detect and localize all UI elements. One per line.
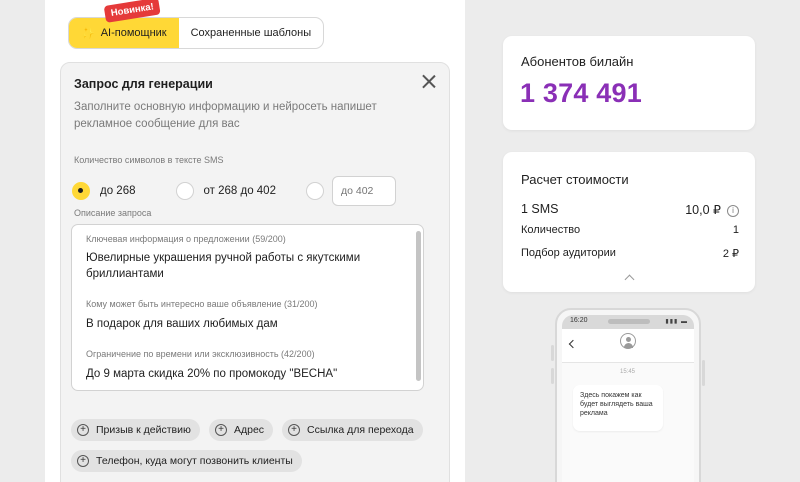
plus-icon: + [77,455,89,467]
cost-row-audience: Подбор аудитории 2 ₽ [521,247,739,260]
length-label-268[interactable]: до 268 [100,185,136,197]
chip-phone[interactable]: + Телефон, куда могут позвонить клиенты [71,450,302,472]
tab-ai-assistant[interactable]: ✨ AI-помощник [69,18,179,48]
tab-saved-label: Сохраненные шаблоны [190,27,312,39]
field-label-time-limit: Ограничение по времени или эксклюзивност… [86,349,315,359]
tab-saved-templates[interactable]: Сохраненные шаблоны [179,18,323,48]
cost-value: 1 [732,224,739,236]
plus-icon: + [288,424,300,436]
field-key-info[interactable]: Ювелирные украшения ручной работы с якут… [86,250,386,282]
cost-value: 2 ₽ [722,248,739,260]
phone-notch [608,319,650,324]
length-radio-268-402[interactable] [175,182,194,200]
phone-side-button [551,368,554,384]
sms-length-options: до 268 от 268 до 402 [72,176,396,206]
cost-label: 1 SMS [521,202,559,216]
field-time-limit[interactable]: До 9 марта скидка 20% по промокоду "ВЕСН… [86,366,386,382]
status-bar: 16:20 ▮▮▮ ▬ [562,315,694,329]
status-time: 16:20 [570,317,588,324]
cost-label: Количество [521,224,581,236]
chip-call-to-action[interactable]: + Призыв к действию [71,419,200,441]
plus-icon: + [77,424,89,436]
chip-label: Призыв к действию [96,424,191,436]
subscribers-card: Абонентов билайн 1 374 491 [503,36,755,130]
chip-label: Адрес [234,424,265,436]
cost-card: Расчет стоимости 1 SMS 10,0 ₽ i Количеств… [503,152,755,292]
signal-wifi-battery-icon: ▮▮▮ ▬ [665,319,688,325]
scrollbar[interactable] [416,231,421,381]
chip-address[interactable]: + Адрес [209,419,274,441]
cost-title: Расчет стоимости [521,172,629,187]
generation-panel: ✨ AI-помощник Сохраненные шаблоны Новинк… [45,0,465,482]
sms-length-label: Количество символов в тексте SMS [74,155,224,165]
info-icon[interactable]: i [727,204,739,217]
cost-value: 10,0 ₽ [685,203,721,217]
chip-label: Телефон, куда могут позвонить клиенты [96,455,293,467]
form-description: Заполните основную информацию и нейросет… [74,101,377,130]
request-form: Запрос для генерации Заполните основную … [60,62,450,482]
phone-side-button [702,360,705,386]
cost-label: Подбор аудитории [521,247,616,259]
chip-link[interactable]: + Ссылка для перехода [282,419,423,441]
chip-label: Ссылка для перехода [307,424,414,436]
cost-row-quantity: Количество 1 [521,224,739,236]
request-fields-box: Ключевая информация о предложении (59/20… [71,224,424,391]
cost-value-wrap: 10,0 ₽ i [685,202,739,217]
message-bubble: Здесь покажем как будет выглядеть ваша р… [573,385,663,431]
phone-side-button [551,345,554,361]
close-icon[interactable] [418,71,440,93]
field-label-audience: Кому может быть интересно ваше объявлени… [86,299,318,309]
length-radio-custom[interactable] [305,182,324,200]
phone-preview: 16:20 ▮▮▮ ▬ 15:45 Здесь покажем как буде… [555,308,701,482]
sparkle-icon: ✨ [81,27,95,40]
length-label-268-402[interactable]: от 268 до 402 [204,185,276,197]
plus-icon: + [215,424,227,436]
chevron-up-icon[interactable] [624,274,635,285]
subscribers-count: 1 374 491 [520,78,642,108]
back-arrow-icon [568,339,578,349]
form-title: Запрос для генерации [74,77,213,91]
chat-header [562,329,694,363]
request-description-label: Описание запроса [74,208,152,218]
custom-length-input[interactable] [331,176,396,206]
avatar-icon [620,333,636,349]
message-time: 15:45 [620,369,636,375]
field-label-key-info: Ключевая информация о предложении (59/20… [86,234,286,244]
subscribers-title: Абонентов билайн [521,54,634,69]
field-audience[interactable]: В подарок для ваших любимых дам [86,316,386,332]
phone-screen: 16:20 ▮▮▮ ▬ 15:45 Здесь покажем как буде… [562,315,694,482]
cost-row-sms: 1 SMS 10,0 ₽ i [521,202,739,217]
length-radio-268[interactable] [72,182,90,200]
tab-ai-label: AI-помощник [100,27,167,39]
mode-tabs: ✨ AI-помощник Сохраненные шаблоны [68,17,325,49]
